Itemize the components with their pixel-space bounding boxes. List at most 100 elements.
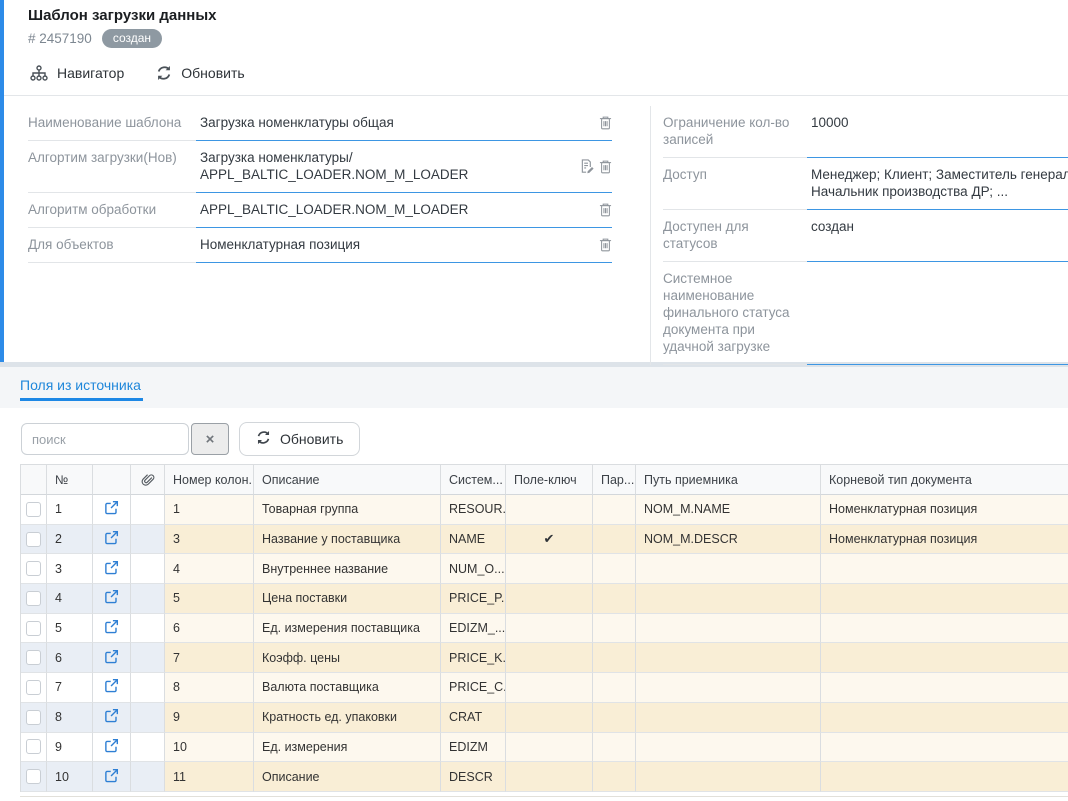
key-field-cell[interactable]: ✔ (506, 525, 593, 555)
key-field-cell[interactable] (506, 673, 593, 703)
description-cell[interactable]: Ед. измерения поставщика (254, 614, 441, 644)
table-row[interactable]: 4 5 Цена поставки PRICE_P... (21, 584, 1068, 614)
th-params[interactable]: Пар... (593, 465, 636, 495)
params-cell[interactable] (593, 495, 636, 525)
column-number-cell[interactable]: 4 (165, 554, 254, 584)
field-value[interactable]: Загрузка номенклатуры общая (196, 106, 612, 141)
trash-icon[interactable] (599, 202, 612, 217)
th-system-name[interactable]: Систем... (441, 465, 506, 495)
table-row[interactable]: 1 1 Товарная группа RESOUR... NOM_M.NAME… (21, 495, 1068, 525)
column-number-cell[interactable]: 3 (165, 525, 254, 555)
refresh-button[interactable]: Обновить (154, 61, 246, 85)
external-link-icon[interactable] (104, 708, 119, 726)
th-number[interactable]: № (47, 465, 93, 495)
system-name-cell[interactable]: EDIZM (441, 733, 506, 763)
receiver-path-cell[interactable] (636, 554, 821, 584)
key-field-cell[interactable] (506, 584, 593, 614)
params-cell[interactable] (593, 733, 636, 763)
description-cell[interactable]: Цена поставки (254, 584, 441, 614)
th-description[interactable]: Описание (254, 465, 441, 495)
edit-note-icon[interactable] (580, 159, 595, 174)
row-checkbox[interactable] (26, 532, 41, 547)
column-number-cell[interactable]: 5 (165, 584, 254, 614)
external-link-icon[interactable] (104, 589, 119, 607)
params-cell[interactable] (593, 554, 636, 584)
th-root-doc-type[interactable]: Корневой тип документа (821, 465, 1068, 495)
receiver-path-cell[interactable] (636, 643, 821, 673)
receiver-path-cell[interactable] (636, 584, 821, 614)
system-name-cell[interactable]: NAME (441, 525, 506, 555)
table-row[interactable]: 9 10 Ед. измерения EDIZM (21, 733, 1068, 763)
row-checkbox[interactable] (26, 561, 41, 576)
external-link-icon[interactable] (104, 560, 119, 578)
row-checkbox[interactable] (26, 680, 41, 695)
key-field-cell[interactable] (506, 614, 593, 644)
params-cell[interactable] (593, 584, 636, 614)
receiver-path-cell[interactable] (636, 673, 821, 703)
key-field-cell[interactable] (506, 643, 593, 673)
navigator-button[interactable]: Навигатор (28, 61, 126, 85)
external-link-icon[interactable] (104, 738, 119, 756)
tab-source-fields[interactable]: Поля из источника (20, 377, 143, 401)
receiver-path-cell[interactable] (636, 733, 821, 763)
column-number-cell[interactable]: 10 (165, 733, 254, 763)
root-doc-type-cell[interactable] (821, 643, 1068, 673)
external-link-icon[interactable] (104, 649, 119, 667)
row-checkbox[interactable] (26, 621, 41, 636)
params-cell[interactable] (593, 525, 636, 555)
description-cell[interactable]: Внутреннее название (254, 554, 441, 584)
receiver-path-cell[interactable] (636, 614, 821, 644)
th-key-field[interactable]: Поле-ключ (506, 465, 593, 495)
external-link-icon[interactable] (104, 678, 119, 696)
system-name-cell[interactable]: DESCR (441, 762, 506, 792)
key-field-cell[interactable] (506, 495, 593, 525)
receiver-path-cell[interactable] (636, 703, 821, 733)
table-row[interactable]: 6 7 Коэфф. цены PRICE_K... (21, 643, 1068, 673)
root-doc-type-cell[interactable] (821, 554, 1068, 584)
description-cell[interactable]: Название у поставщика (254, 525, 441, 555)
trash-icon[interactable] (599, 237, 612, 252)
params-cell[interactable] (593, 614, 636, 644)
root-doc-type-cell[interactable]: Номенклатурная позиция (821, 495, 1068, 525)
th-receiver-path[interactable]: Путь приемника (636, 465, 821, 495)
table-row[interactable]: 5 6 Ед. измерения поставщика EDIZM_... (21, 614, 1068, 644)
column-number-cell[interactable]: 9 (165, 703, 254, 733)
root-doc-type-cell[interactable] (821, 614, 1068, 644)
system-name-cell[interactable]: EDIZM_... (441, 614, 506, 644)
receiver-path-cell[interactable]: NOM_M.NAME (636, 495, 821, 525)
external-link-icon[interactable] (104, 530, 119, 548)
root-doc-type-cell[interactable] (821, 673, 1068, 703)
system-name-cell[interactable]: PRICE_K... (441, 643, 506, 673)
description-cell[interactable]: Описание (254, 762, 441, 792)
search-input[interactable] (21, 423, 189, 455)
root-doc-type-cell[interactable] (821, 584, 1068, 614)
column-number-cell[interactable]: 7 (165, 643, 254, 673)
row-checkbox[interactable] (26, 739, 41, 754)
system-name-cell[interactable]: PRICE_P... (441, 584, 506, 614)
column-number-cell[interactable]: 1 (165, 495, 254, 525)
row-checkbox[interactable] (26, 710, 41, 725)
system-name-cell[interactable]: RESOUR... (441, 495, 506, 525)
field-value[interactable]: Менеджер; Клиент; Заместитель генеральНа… (807, 158, 1068, 210)
description-cell[interactable]: Кратность ед. упаковки (254, 703, 441, 733)
description-cell[interactable]: Коэфф. цены (254, 643, 441, 673)
field-value[interactable]: Загрузка номенклатуры/APPL_BALTIC_LOADER… (196, 141, 612, 193)
params-cell[interactable] (593, 673, 636, 703)
root-doc-type-cell[interactable] (821, 703, 1068, 733)
system-name-cell[interactable]: PRICE_C... (441, 673, 506, 703)
field-value[interactable] (807, 262, 1068, 365)
key-field-cell[interactable] (506, 762, 593, 792)
table-row[interactable]: 2 3 Название у поставщика NAME ✔ NOM_M.D… (21, 525, 1068, 555)
table-row[interactable]: 10 11 Описание DESCR (21, 762, 1068, 792)
description-cell[interactable]: Валюта поставщика (254, 673, 441, 703)
table-row[interactable]: 3 4 Внутреннее название NUM_O... (21, 554, 1068, 584)
row-checkbox[interactable] (26, 769, 41, 784)
column-number-cell[interactable]: 6 (165, 614, 254, 644)
params-cell[interactable] (593, 643, 636, 673)
field-value[interactable]: создан (807, 210, 1068, 262)
root-doc-type-cell[interactable] (821, 733, 1068, 763)
root-doc-type-cell[interactable] (821, 762, 1068, 792)
external-link-icon[interactable] (104, 619, 119, 637)
clear-search-button[interactable]: × (191, 423, 229, 455)
grid-refresh-button[interactable]: Обновить (239, 422, 360, 456)
